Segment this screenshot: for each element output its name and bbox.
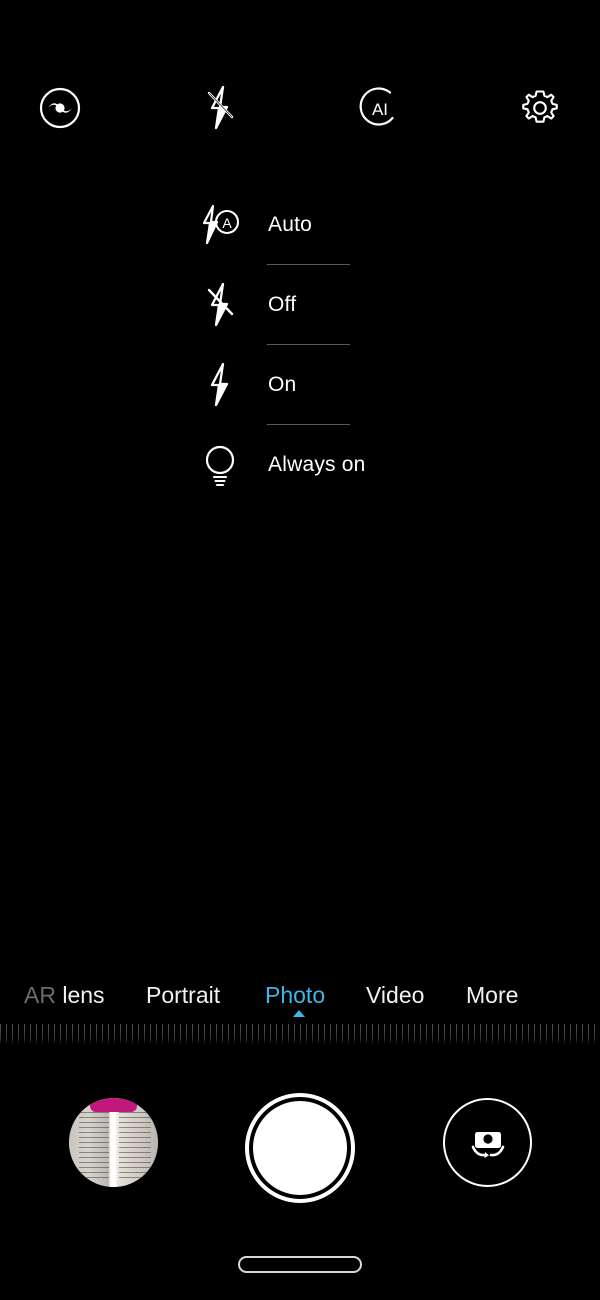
thumbnail-text-lines-right: [119, 1112, 151, 1182]
ai-scene-button[interactable]: AI: [350, 78, 410, 138]
ai-icon: AI: [356, 84, 404, 132]
mode-label: Portrait: [146, 982, 221, 1008]
flash-on-icon: [195, 360, 245, 410]
top-toolbar: AI: [0, 78, 600, 138]
svg-text:AI: AI: [372, 100, 388, 119]
mode-label: Photo: [265, 982, 326, 1008]
beauty-mode-button[interactable]: [30, 78, 90, 138]
flash-option-label: On: [268, 373, 297, 396]
mode-ar-lens-suffix: lens: [62, 982, 105, 1008]
mode-label: More: [466, 982, 519, 1008]
flash-options-menu: A Auto Off On Always on: [195, 185, 395, 505]
flash-option-on[interactable]: On: [195, 345, 395, 425]
gear-icon: [518, 86, 562, 130]
camera-switch-button[interactable]: [443, 1098, 532, 1187]
gallery-thumbnail-button[interactable]: [69, 1098, 158, 1187]
shutter-button-inner: [253, 1101, 347, 1195]
active-mode-indicator-icon: [293, 1010, 305, 1017]
mode-ar-lens[interactable]: AR lens: [24, 978, 105, 1012]
flash-toggle-button[interactable]: [190, 78, 250, 138]
shutter-button[interactable]: [245, 1093, 355, 1203]
beauty-eye-icon: [38, 86, 82, 130]
flash-option-label: Always on: [268, 453, 366, 476]
torch-bulb-icon: [195, 440, 245, 490]
bottom-controls: [0, 1093, 600, 1203]
flash-option-always-on[interactable]: Always on: [195, 425, 395, 505]
thumbnail-pink-band: [90, 1098, 137, 1112]
thumbnail-text-lines-left: [79, 1112, 109, 1182]
flash-option-label: Auto: [268, 213, 312, 236]
flash-off-icon: [195, 280, 245, 330]
home-indicator[interactable]: [238, 1256, 362, 1273]
flash-option-off[interactable]: Off: [195, 265, 395, 345]
flash-off-icon: [198, 83, 242, 133]
mode-video[interactable]: Video: [366, 978, 424, 1012]
mode-more[interactable]: More: [466, 978, 518, 1012]
mode-portrait[interactable]: Portrait: [146, 978, 220, 1012]
flash-option-label: Off: [268, 293, 297, 316]
zoom-ruler-strip[interactable]: [0, 1024, 600, 1044]
flash-auto-icon: A: [195, 200, 245, 250]
mode-photo[interactable]: Photo: [265, 978, 325, 1012]
mode-label: Video: [366, 982, 425, 1008]
mode-ar-lens-prefix: AR: [24, 982, 63, 1008]
camera-viewfinder-screen: AI A Auto Off On Always on AR lens Portr…: [0, 0, 600, 1300]
settings-button[interactable]: [510, 78, 570, 138]
flash-option-auto[interactable]: A Auto: [195, 185, 395, 265]
svg-text:A: A: [222, 215, 232, 231]
camera-flip-icon: [465, 1120, 511, 1166]
